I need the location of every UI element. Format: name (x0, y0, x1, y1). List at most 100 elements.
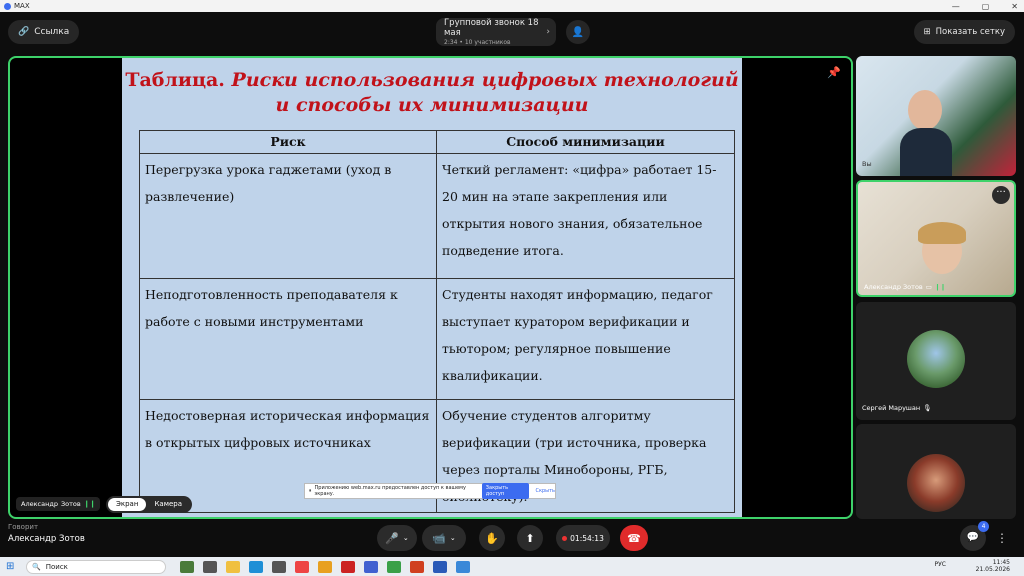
os-taskbar: ⊞ 🔍 Поиск РУС 11:45 21.05.2026 (0, 557, 1024, 576)
shared-screen-stage[interactable]: Таблица. Риски использования цифровых те… (8, 56, 853, 519)
audio-level-icon: ❙❙ (934, 283, 946, 291)
participant-tile[interactable]: Сергей Марушан 🎙 (856, 302, 1016, 420)
table-cell: Перегрузка урока гаджетами (уход в развл… (139, 153, 437, 279)
mic-muted-icon: 🎙 (923, 404, 932, 412)
screen-share-icon: ⬆ (525, 531, 535, 545)
window-controls: — ▢ ✕ (952, 0, 1018, 12)
call-timer: 01:54:13 (556, 525, 610, 551)
participant-tile[interactable] (856, 424, 1016, 519)
show-grid-label: Показать сетку (935, 27, 1005, 37)
avatar (907, 330, 965, 388)
table-cell: Неподготовленность преподавателя к работ… (139, 278, 437, 400)
window-titlebar: MAX — ▢ ✕ (0, 0, 1024, 12)
screen-share-notice: ⏸ Приложению web.max.ru предоставлен дос… (304, 483, 556, 499)
table-row: Неподготовленность преподавателя к работ… (139, 278, 735, 400)
word-icon[interactable] (433, 560, 447, 573)
landscape-widget-icon[interactable] (180, 560, 194, 573)
taskbar-search[interactable]: 🔍 Поиск (26, 559, 166, 574)
view-screen-tab[interactable]: Экран (108, 498, 147, 511)
hide-notice-button[interactable]: Скрыть (536, 488, 556, 494)
stop-sharing-button[interactable]: Закрыть доступ (481, 483, 529, 499)
avatar (907, 454, 965, 512)
call-controls-bar: Говорит Александр Зотов 🎤 ⌄ 📹 ⌄ ✋ ⬆ 01:54:… (0, 519, 1024, 557)
folder-icon[interactable] (226, 560, 240, 573)
chevron-down-icon[interactable]: ⌄ (403, 534, 409, 542)
app-icon[interactable] (456, 560, 470, 573)
table-cell: Студенты находят информацию, педагог выс… (436, 278, 735, 400)
phone-hangup-icon: ☎ (627, 531, 641, 545)
table-cell: Четкий регламент: «цифра» работает 15-20… (436, 153, 735, 279)
share-screen-button[interactable]: ⬆ (517, 525, 543, 551)
notice-text: Приложению web.max.ru предоставлен досту… (314, 485, 466, 497)
opera-icon[interactable] (341, 560, 355, 573)
max-app-icon[interactable] (364, 560, 378, 573)
participant-label: Вы (862, 160, 872, 168)
search-icon: 🔍 (32, 562, 41, 571)
table-row: Перегрузка урока гаджетами (уход в развл… (139, 153, 735, 279)
link-icon: 🔗 (18, 27, 30, 37)
presentation-slide: Таблица. Риски использования цифровых те… (122, 58, 742, 517)
risk-table: Риск Способ минимизации Перегрузка урока… (139, 130, 735, 513)
participant-tile-active[interactable]: ··· Александр Зотов ▭ ❙❙ (856, 180, 1016, 297)
participant-label: Сергей Марушан 🎙 (862, 404, 932, 412)
task-view-icon[interactable] (203, 560, 217, 573)
speaking-label: Говорит (8, 523, 39, 531)
audio-level-icon: ❙❙ (83, 500, 96, 508)
more-options-button[interactable]: ··· (992, 186, 1010, 204)
chevron-right-icon: › (546, 27, 550, 37)
speaker-name-tag: Александр Зотов ❙❙ (16, 497, 101, 511)
copy-link-label: Ссылка (34, 27, 70, 37)
chevron-down-icon[interactable]: ⌄ (450, 534, 456, 542)
participant-label: Александр Зотов ▭ ❙❙ (864, 283, 946, 291)
chrome-icon[interactable] (318, 560, 332, 573)
pin-icon[interactable]: 📌 (827, 66, 841, 79)
powerpoint-icon[interactable] (410, 560, 424, 573)
chat-icon: 💬 (966, 532, 980, 543)
microphone-button[interactable]: 🎤 ⌄ (377, 525, 417, 551)
screen-share-icon: ▭ (925, 283, 932, 291)
view-toggle: Экран Камера (106, 496, 193, 513)
store-icon[interactable] (272, 560, 286, 573)
hand-icon: ✋ (485, 531, 499, 545)
app-name: MAX (14, 2, 30, 10)
k-app-icon[interactable] (387, 560, 401, 573)
system-clock[interactable]: 11:45 21.05.2026 (976, 559, 1010, 573)
language-indicator[interactable]: РУС (935, 561, 946, 568)
add-participant-button[interactable]: 👤 (566, 20, 590, 44)
call-topbar: 🔗 Ссылка Групповой звонок 18 мая 2:34 • … (0, 12, 1024, 54)
edge-icon[interactable] (249, 560, 263, 573)
copy-link-button[interactable]: 🔗 Ссылка (8, 20, 80, 44)
speaking-name: Александр Зотов (8, 534, 85, 544)
call-subtitle: 2:34 • 10 участников (444, 39, 511, 46)
camera-button[interactable]: 📹 ⌄ (422, 525, 466, 551)
raise-hand-button[interactable]: ✋ (479, 525, 505, 551)
header-mitigation: Способ минимизации (436, 130, 735, 154)
chat-button[interactable]: 💬 4 (960, 521, 989, 551)
windows-start-icon[interactable]: ⊞ (6, 561, 20, 573)
app-logo-icon (4, 2, 11, 10)
microphone-icon: 🎤 (385, 531, 399, 545)
slide-title: Таблица. Риски использования цифровых те… (125, 69, 739, 116)
view-camera-tab[interactable]: Камера (146, 498, 190, 511)
participant-tile[interactable]: Вы (856, 56, 1016, 176)
camera-icon: 📹 (432, 531, 446, 545)
yandex-icon[interactable] (295, 560, 309, 573)
table-header-row: Риск Способ минимизации (139, 130, 735, 154)
menu-icon[interactable]: ⋮ (996, 525, 1018, 551)
maximize-icon[interactable]: ▢ (982, 2, 990, 11)
search-placeholder: Поиск (45, 562, 68, 571)
participant-video-body (900, 128, 952, 176)
minimize-icon[interactable]: — (952, 2, 960, 11)
taskbar-apps (180, 560, 470, 573)
hang-up-button[interactable]: ☎ (620, 525, 648, 551)
slide-title-italic: Риски использования цифровых технологий … (231, 69, 739, 116)
show-grid-button[interactable]: ⊞ Показать сетку (913, 20, 1015, 44)
add-user-icon: 👤 (571, 26, 585, 38)
participant-video (908, 90, 942, 130)
call-title: Групповой звонок 18 мая (444, 18, 539, 38)
chat-badge: 4 (978, 521, 989, 532)
call-info-button[interactable]: Групповой звонок 18 мая 2:34 • 10 участн… (436, 18, 556, 46)
close-icon[interactable]: ✕ (1011, 2, 1018, 11)
recording-dot-icon (562, 535, 568, 541)
participant-hair (918, 222, 966, 244)
